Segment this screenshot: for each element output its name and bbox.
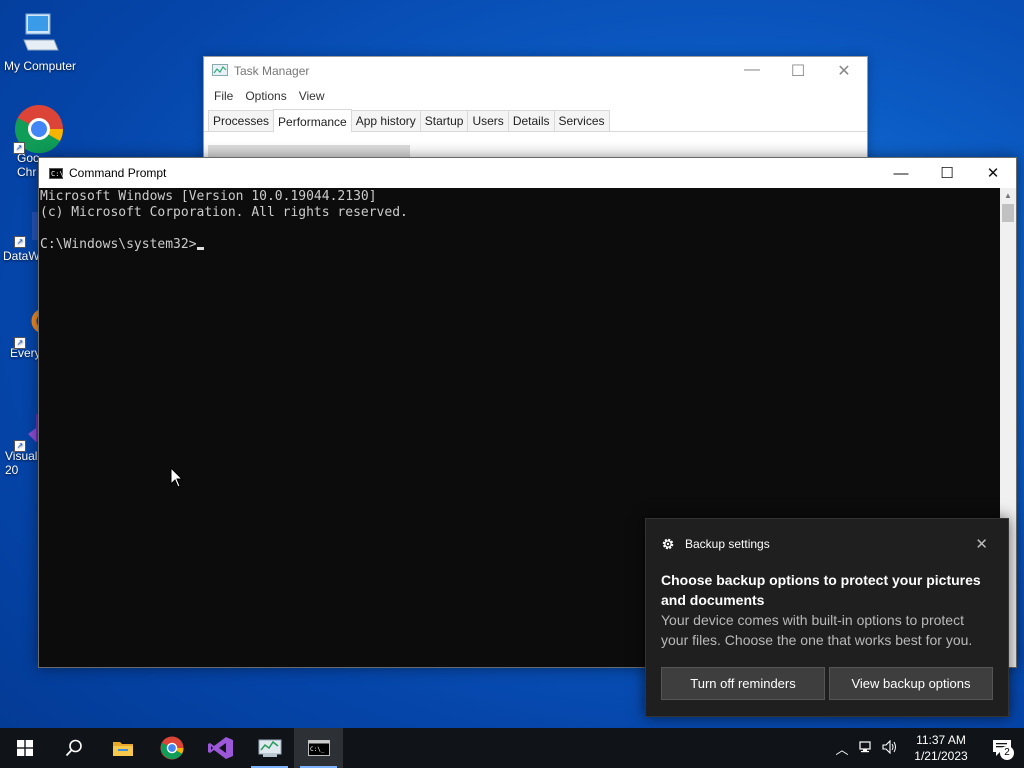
clock-time: 11:37 AM <box>916 733 966 747</box>
folder-icon <box>112 742 133 756</box>
tab-services[interactable]: Services <box>553 110 610 131</box>
command-prompt-titlebar[interactable]: C:\ Command Prompt — ☐ ✕ <box>39 158 1016 188</box>
tab-details[interactable]: Details <box>507 110 555 131</box>
taskbar-file-explorer[interactable] <box>98 728 147 768</box>
system-tray: ︿ 11:37 AM 1/21/2023 2 <box>830 728 1024 768</box>
menu-options[interactable]: Options <box>239 89 292 103</box>
console-line: Microsoft Windows [Version 10.0.19044.21… <box>40 189 377 204</box>
tab-processes[interactable]: Processes <box>208 110 275 131</box>
taskbar: C:\_ ︿ 11:37 AM 1/21/2023 2 <box>0 728 1024 768</box>
taskbar-chrome[interactable] <box>147 728 196 768</box>
gear-icon <box>662 538 674 550</box>
shortcut-arrow-icon: ↗ <box>14 236 26 248</box>
toast-app-name: Backup settings <box>685 537 770 551</box>
toast-body: Your device comes with built-in options … <box>661 612 973 648</box>
speaker-icon[interactable] <box>878 739 902 757</box>
console-prompt: C:\Windows\system32> <box>40 237 197 252</box>
menu-view[interactable]: View <box>293 89 331 103</box>
mouse-pointer-icon <box>170 467 184 488</box>
menu-bar: File Options View <box>204 85 867 107</box>
tab-strip: Processes Performance App history Startu… <box>204 107 867 132</box>
chevron-up-icon[interactable]: ︿ <box>830 739 854 758</box>
clock-date: 1/21/2023 <box>914 749 968 763</box>
text-cursor <box>196 247 204 250</box>
start-button[interactable] <box>0 728 49 768</box>
tab-users[interactable]: Users <box>467 110 509 131</box>
scrollbar-thumb[interactable] <box>1002 204 1014 222</box>
close-button[interactable]: ✕ <box>821 61 867 81</box>
action-center-button[interactable]: 2 <box>980 728 1024 768</box>
cmd-icon: C:\ <box>49 167 64 179</box>
taskbar-task-manager[interactable] <box>245 728 294 768</box>
scroll-up-arrow-icon[interactable]: ▲ <box>1000 188 1016 204</box>
shortcut-arrow-icon: ↗ <box>14 337 26 349</box>
turn-off-reminders-button[interactable]: Turn off reminders <box>661 667 825 700</box>
console-line: (c) Microsoft Corporation. All rights re… <box>40 205 408 220</box>
search-icon <box>65 739 82 757</box>
tab-app-history[interactable]: App history <box>350 110 421 131</box>
taskbar-clock[interactable]: 11:37 AM 1/21/2023 <box>902 732 980 764</box>
maximize-button[interactable]: ☐ <box>924 158 970 188</box>
desktop-icon-my-computer[interactable]: My Computer <box>0 10 80 73</box>
backup-notification-toast[interactable]: Backup settings ✕ Choose backup options … <box>645 518 1009 717</box>
window-title: Task Manager <box>234 64 310 78</box>
console-prompt-line: C:\Windows\system32> <box>40 237 999 253</box>
window-title: Command Prompt <box>69 166 167 180</box>
maximize-button[interactable]: ☐ <box>775 61 821 81</box>
toast-title: Choose backup options to protect your pi… <box>661 572 981 608</box>
view-backup-options-button[interactable]: View backup options <box>829 667 993 700</box>
tab-performance[interactable]: Performance <box>273 109 352 132</box>
close-icon[interactable]: ✕ <box>975 535 988 553</box>
shortcut-arrow-icon: ↗ <box>14 440 26 452</box>
toast-header: Backup settings <box>661 535 1008 553</box>
chrome-icon <box>159 736 184 760</box>
task-manager-titlebar[interactable]: Task Manager — ☐ ✕ <box>204 57 867 85</box>
tab-startup[interactable]: Startup <box>419 110 469 131</box>
network-icon[interactable] <box>854 740 878 757</box>
cmd-icon: C:\_ <box>307 740 330 756</box>
close-button[interactable]: ✕ <box>970 158 1016 188</box>
windows-logo-icon <box>16 740 33 756</box>
notification-count-badge: 2 <box>1000 746 1014 760</box>
menu-file[interactable]: File <box>208 89 239 103</box>
visual-studio-icon <box>207 737 233 759</box>
desktop-icon-label: My Computer <box>3 59 77 73</box>
computer-icon <box>23 13 59 51</box>
taskbar-visual-studio[interactable] <box>196 728 245 768</box>
task-manager-icon <box>258 739 281 757</box>
minimize-button[interactable]: — <box>878 158 924 188</box>
task-manager-icon <box>212 64 228 76</box>
search-button[interactable] <box>49 728 98 768</box>
taskbar-command-prompt[interactable]: C:\_ <box>294 728 343 768</box>
svg-text:C:\_: C:\_ <box>310 746 325 753</box>
shortcut-arrow-icon: ↗ <box>13 142 25 154</box>
minimize-button[interactable]: — <box>729 61 775 81</box>
